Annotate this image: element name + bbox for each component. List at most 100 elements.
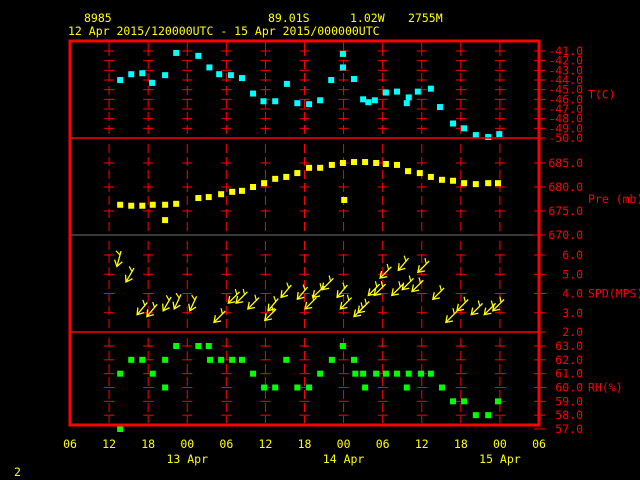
rh-point <box>418 370 425 377</box>
wind-arrow-barb <box>175 292 180 299</box>
pressure-tick-label: 670.0 <box>548 228 583 242</box>
wind-arrow-barb <box>273 295 277 302</box>
pressure-point <box>229 188 236 195</box>
pressure-point <box>438 176 445 183</box>
rh-tick-label: 58.0 <box>555 408 583 422</box>
wind-arrow <box>336 282 348 299</box>
pressure-point <box>405 168 412 175</box>
wind-arrow <box>417 258 430 274</box>
rh-point <box>306 384 313 391</box>
rh-point <box>485 412 492 419</box>
rh-point <box>360 370 367 377</box>
wind-arrow-barb <box>403 255 407 262</box>
wind-arrow <box>113 250 123 268</box>
rh-point <box>207 356 214 363</box>
x-tick-label: 18 <box>298 437 312 451</box>
wind-arrow-barb <box>386 263 390 270</box>
wind-arrow <box>397 255 410 272</box>
rh-tick-label: 62.0 <box>555 353 583 367</box>
rh-point <box>393 370 400 377</box>
pressure-point <box>328 161 335 168</box>
wind-arrow <box>172 292 182 310</box>
pressure-point <box>427 173 434 180</box>
pressure-point <box>117 201 124 208</box>
wind-arrow-barb <box>463 296 466 303</box>
wind-arrow-barb <box>439 284 442 291</box>
wind-arrow-barb <box>191 294 196 301</box>
rh-point <box>450 398 457 405</box>
temperature-point <box>365 99 372 106</box>
pressure-point <box>472 181 479 188</box>
pressure-point <box>382 160 389 167</box>
pressure-point <box>393 161 400 168</box>
rh-point <box>352 370 359 377</box>
wind-arrow-barb <box>234 288 238 295</box>
page-number: 2 <box>14 465 21 479</box>
wind-arrow-barb <box>165 295 170 301</box>
wind-arrow-barb <box>254 294 257 301</box>
pressure-tick-label: 680.0 <box>548 180 583 194</box>
wind-arrow <box>235 288 248 304</box>
temperature-point <box>317 97 324 104</box>
rh-point <box>294 384 301 391</box>
temperature-point <box>414 88 421 95</box>
wind-arrow-barb <box>477 300 481 307</box>
axes: -41.0-42.0-43.0-44.0-45.0-46.0-47.0-48.0… <box>63 39 640 466</box>
grid <box>70 41 539 423</box>
rh-tick-label: 61.0 <box>555 367 583 381</box>
pressure-point <box>162 201 169 208</box>
wind-arrow-barb <box>364 298 367 305</box>
wind-speed-tick-label: 6.0 <box>562 248 583 262</box>
temperature-point <box>382 89 389 96</box>
wind-arrow <box>357 298 370 314</box>
rh-point <box>339 343 346 349</box>
rh-point <box>362 384 369 391</box>
temperature-point <box>128 71 135 78</box>
x-tick-label: 00 <box>337 437 351 451</box>
temperature-tick-label: -50.0 <box>548 131 583 145</box>
temperature-point <box>472 132 479 139</box>
pressure-point <box>362 159 369 166</box>
temperature-point <box>117 77 124 83</box>
pressure-point <box>339 160 346 166</box>
wind-arrow-barb <box>128 266 133 272</box>
pressure-tick-label: 675.0 <box>548 204 583 218</box>
temperature-point <box>173 49 180 56</box>
pressure-point <box>149 201 156 208</box>
rh-point <box>117 426 124 432</box>
pressure-point <box>205 194 212 201</box>
rh-point <box>128 356 135 363</box>
pressure-point <box>272 175 279 182</box>
longitude: 1.02W <box>350 11 385 25</box>
rh-point <box>382 370 389 377</box>
wind-arrow-barb <box>115 250 121 256</box>
pressure-point <box>261 180 268 187</box>
rh-axis-title: RH(%) <box>588 381 623 395</box>
rh-point <box>461 398 468 405</box>
rh-point <box>283 356 290 363</box>
wind-arrow <box>213 308 226 324</box>
station-id: 8985 <box>84 11 112 25</box>
wind-speed-tick-label: 2.0 <box>562 325 583 339</box>
wind-arrow-barb <box>374 281 378 288</box>
rh-point <box>149 370 156 377</box>
temperature-point <box>283 80 290 87</box>
temperature-point <box>436 104 443 111</box>
pressure-point <box>485 180 492 187</box>
temperature-point <box>360 96 367 103</box>
rh-tick-label: 60.0 <box>555 381 583 395</box>
temperature-point <box>405 94 412 101</box>
wind-arrow <box>267 295 279 312</box>
temperature-point <box>162 72 169 79</box>
wind-speed-tick-label: 5.0 <box>562 267 583 281</box>
wind-arrow <box>296 284 309 301</box>
wind-arrow <box>247 294 260 310</box>
pressure-point <box>351 159 358 166</box>
temperature-point <box>393 88 400 95</box>
temperature-point <box>195 52 202 59</box>
rh-point <box>438 384 445 391</box>
wind-arrow <box>162 295 172 312</box>
x-tick-label: 18 <box>141 437 155 451</box>
temperature-point <box>294 100 301 107</box>
rh-point <box>218 356 225 363</box>
